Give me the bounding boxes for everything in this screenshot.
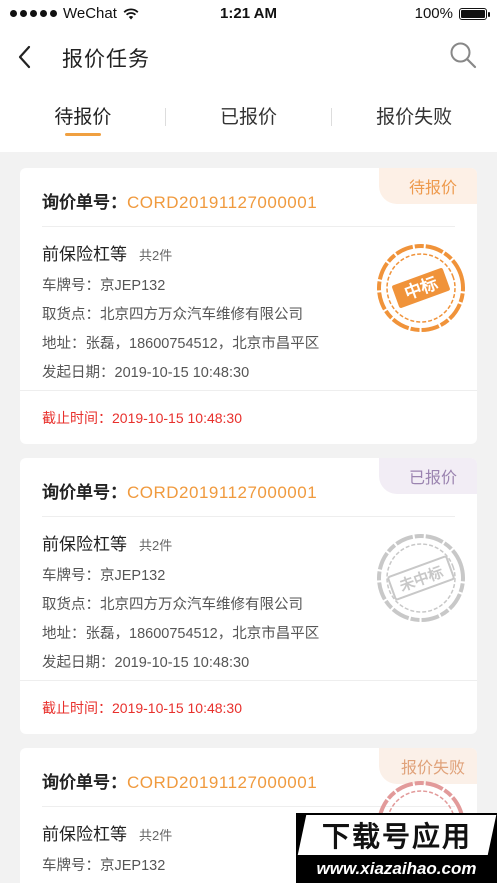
tab-quoted[interactable]: 已报价 bbox=[166, 86, 332, 152]
plate-number: 车牌号：京JEP132 bbox=[42, 568, 166, 584]
address: 地址：张磊，18600754512，北京市昌平区 bbox=[42, 336, 320, 352]
divider bbox=[20, 390, 477, 391]
tab-divider bbox=[331, 108, 332, 126]
order-number: CORD20191127000001 bbox=[127, 193, 318, 212]
order-label: 询价单号： bbox=[42, 773, 127, 792]
tab-label: 已报价 bbox=[220, 107, 278, 128]
order-number-row: 询价单号：CORD20191127000001 bbox=[42, 188, 317, 213]
deadline: 截止时间：2019-10-15 10:48:30 bbox=[42, 410, 242, 426]
pickup-point: 取货点：北京四方万众汽车维修有限公司 bbox=[42, 597, 303, 613]
chevron-left-icon[interactable] bbox=[14, 44, 38, 70]
tab-active-indicator bbox=[64, 133, 101, 136]
part-count: 共2件 bbox=[139, 248, 173, 263]
search-icon[interactable] bbox=[449, 41, 477, 69]
quote-card[interactable]: 待报价 询价单号：CORD20191127000001 前保险杠等 共2件 车牌号… bbox=[20, 168, 477, 444]
deadline: 截止时间：2019-10-15 10:48:30 bbox=[42, 700, 242, 716]
watermark-url: www.xiazaihao.com bbox=[316, 859, 477, 878]
order-number: CORD20191127000001 bbox=[127, 773, 318, 792]
part-row: 前保险杠等 共2件 bbox=[42, 240, 172, 265]
status-badge: 已报价 bbox=[379, 458, 477, 494]
plate-number: 车牌号：京JEP132 bbox=[42, 278, 166, 294]
watermark-title: 下载号应用 bbox=[321, 821, 472, 852]
start-date: 发起日期：2019-10-15 10:48:30 bbox=[42, 365, 250, 381]
divider bbox=[20, 680, 477, 681]
order-number: CORD20191127000001 bbox=[127, 483, 318, 502]
part-name: 前保险杠等 bbox=[42, 535, 127, 554]
battery-percent: 100% bbox=[414, 5, 453, 22]
status-badge: 待报价 bbox=[379, 168, 477, 204]
address: 地址：张磊，18600754512，北京市昌平区 bbox=[42, 626, 320, 642]
order-number-row: 询价单号：CORD20191127000001 bbox=[42, 478, 317, 503]
stamp-text: 中标 bbox=[402, 273, 441, 304]
part-name: 前保险杠等 bbox=[42, 245, 127, 264]
start-date: 发起日期：2019-10-15 10:48:30 bbox=[42, 655, 250, 671]
battery-icon bbox=[459, 7, 490, 20]
order-number-row: 询价单号：CORD20191127000001 bbox=[42, 768, 317, 793]
tab-label: 待报价 bbox=[54, 107, 112, 128]
page-title: 报价任务 bbox=[62, 48, 150, 71]
status-tabs: 待报价 已报价 报价失败 bbox=[0, 86, 497, 152]
site-watermark: 下载号应用 www.xiazaihao.com bbox=[296, 813, 497, 883]
order-label: 询价单号： bbox=[42, 483, 127, 502]
winning-bid-stamp-icon: 中标 bbox=[377, 244, 465, 332]
quote-card[interactable]: 已报价 询价单号：CORD20191127000001 前保险杠等 共2件 车牌号… bbox=[20, 458, 477, 734]
tab-label: 报价失败 bbox=[376, 107, 453, 128]
tab-failed[interactable]: 报价失败 bbox=[331, 86, 497, 152]
pickup-point: 取货点：北京四方万众汽车维修有限公司 bbox=[42, 307, 303, 323]
part-row: 前保险杠等 共2件 bbox=[42, 820, 172, 845]
tab-pending[interactable]: 待报价 bbox=[0, 86, 166, 152]
part-count: 共2件 bbox=[139, 828, 173, 843]
divider bbox=[42, 516, 455, 517]
part-count: 共2件 bbox=[139, 538, 173, 553]
lost-bid-stamp-icon: 未中标 bbox=[377, 534, 465, 622]
battery-group: 100% bbox=[414, 5, 490, 22]
watermark-logo: 下载号应用 bbox=[297, 815, 497, 855]
part-row: 前保险杠等 共2件 bbox=[42, 530, 172, 555]
plate-number: 车牌号：京JEP132 bbox=[42, 858, 166, 874]
divider bbox=[42, 226, 455, 227]
part-name: 前保险杠等 bbox=[42, 825, 127, 844]
status-bar: WeChat 1:21 AM 100% bbox=[0, 0, 497, 28]
order-label: 询价单号： bbox=[42, 193, 127, 212]
nav-bar: 报价任务 bbox=[0, 28, 497, 86]
status-badge: 报价失败 bbox=[379, 748, 477, 784]
tab-divider bbox=[165, 108, 166, 126]
